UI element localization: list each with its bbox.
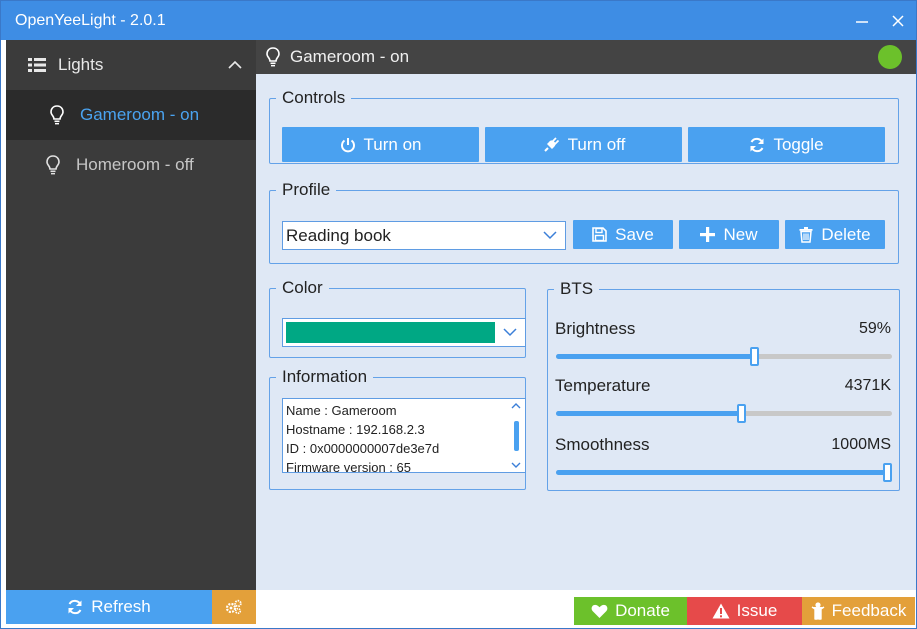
bulb-icon: [46, 155, 60, 175]
toggle-button[interactable]: Toggle: [688, 127, 885, 162]
sidebar-item-label: Homeroom - off: [76, 155, 194, 174]
list-icon: [28, 58, 46, 72]
issue-button[interactable]: Issue: [687, 597, 802, 625]
information-textbox[interactable]: Name : Gameroom Hostname : 192.168.2.3 I…: [282, 398, 526, 473]
sidebar: Lights Gameroom - on Homeroom - off: [6, 40, 256, 590]
info-line-firmware: Firmware version : 65: [286, 460, 411, 473]
refresh-icon: [750, 137, 764, 152]
new-label: New: [723, 224, 758, 244]
delete-label: Delete: [821, 224, 871, 244]
smoothness-label: Smoothness: [555, 435, 650, 454]
sidebar-item-homeroom[interactable]: Homeroom - off: [6, 140, 256, 190]
smoothness-slider[interactable]: [556, 463, 892, 482]
info-line-hostname: Hostname : 192.168.2.3: [286, 422, 425, 437]
save-button[interactable]: Save: [573, 220, 673, 249]
temperature-value: 4371K: [844, 377, 891, 394]
refresh-icon: [68, 599, 82, 615]
plus-icon: [700, 227, 716, 242]
information-group: Information Name : Gameroom Hostname : 1…: [269, 367, 526, 490]
gears-icon: [225, 599, 242, 615]
warning-icon: [712, 603, 730, 619]
profile-group: Profile Reading book Save New Delete: [269, 180, 899, 264]
save-icon: [592, 227, 607, 242]
minimize-icon: [856, 20, 868, 23]
chevron-down-icon: [511, 462, 521, 468]
title-bar: OpenYeeLight - 2.0.1: [1, 1, 916, 40]
bts-group: BTS Brightness 59% Temperature 4371K Smo…: [547, 279, 900, 491]
main-panel: Controls Turn on Turn off Toggle Profile…: [256, 74, 916, 590]
scroll-thumb[interactable]: [513, 420, 519, 451]
profile-select[interactable]: Reading book: [282, 221, 566, 250]
brightness-value: 59%: [858, 320, 891, 337]
bts-legend: BTS: [560, 279, 594, 298]
close-icon: [892, 14, 904, 27]
person-icon: [811, 602, 825, 620]
profile-legend: Profile: [282, 180, 331, 199]
color-group: Color: [269, 278, 526, 358]
info-line-id: ID : 0x0000000007de3e7d: [286, 441, 440, 456]
controls-legend: Controls: [282, 88, 346, 107]
color-legend: Color: [282, 278, 323, 297]
status-indicator: [878, 45, 902, 69]
sidebar-item-gameroom[interactable]: Gameroom - on: [6, 90, 256, 140]
slider-thumb[interactable]: [750, 347, 760, 366]
power-icon: [340, 137, 355, 152]
new-button[interactable]: New: [679, 220, 779, 249]
turn-on-label: Turn on: [363, 134, 422, 154]
sidebar-header-label: Lights: [58, 55, 104, 74]
controls-group: Controls Turn on Turn off Toggle: [269, 88, 899, 164]
trash-icon: [799, 226, 813, 243]
donate-label: Donate: [615, 601, 670, 620]
bulb-icon: [50, 105, 64, 125]
chevron-down-icon: [495, 328, 525, 337]
temperature-slider[interactable]: [556, 404, 892, 423]
info-scrollbar[interactable]: [507, 399, 525, 472]
chevron-up-icon: [228, 60, 242, 69]
minimize-button[interactable]: [844, 1, 880, 40]
sidebar-footer: Refresh: [6, 590, 256, 624]
toggle-label: Toggle: [773, 134, 824, 154]
smoothness-value: 1000MS: [831, 436, 891, 453]
sidebar-header-lights[interactable]: Lights: [6, 40, 256, 90]
brightness-slider[interactable]: [556, 347, 892, 366]
sidebar-item-label: Gameroom - on: [80, 105, 200, 124]
app-window: OpenYeeLight - 2.0.1 Lights Gameroom - o…: [0, 0, 917, 629]
slider-fill: [556, 354, 755, 359]
chevron-down-icon: [535, 231, 565, 240]
refresh-button[interactable]: Refresh: [6, 590, 212, 624]
settings-button[interactable]: [212, 590, 256, 624]
delete-button[interactable]: Delete: [785, 220, 885, 249]
feedback-label: Feedback: [831, 601, 907, 620]
heart-icon: [591, 604, 608, 618]
footer-actions: Donate Issue Feedback: [574, 597, 915, 625]
issue-label: Issue: [736, 601, 778, 620]
close-button[interactable]: [880, 1, 916, 40]
donate-button[interactable]: Donate: [574, 597, 687, 625]
slider-fill: [556, 470, 892, 475]
feedback-button[interactable]: Feedback: [802, 597, 915, 625]
info-line-name: Name : Gameroom: [286, 403, 397, 418]
turn-on-button[interactable]: Turn on: [282, 127, 479, 162]
color-swatch: [286, 322, 496, 343]
bulb-icon: [266, 47, 280, 67]
slider-thumb[interactable]: [736, 404, 746, 423]
color-picker[interactable]: [282, 318, 526, 347]
window-title: OpenYeeLight - 2.0.1: [15, 11, 166, 29]
brightness-label: Brightness: [555, 319, 636, 338]
temperature-label: Temperature: [555, 376, 651, 395]
information-legend: Information: [282, 367, 368, 386]
turn-off-button[interactable]: Turn off: [485, 127, 682, 162]
save-label: Save: [615, 224, 654, 244]
slider-thumb[interactable]: [883, 463, 892, 482]
refresh-label: Refresh: [91, 597, 151, 616]
plug-icon: [543, 136, 559, 152]
profile-selected-value: Reading book: [286, 225, 391, 245]
light-header-label: Gameroom - on: [290, 47, 410, 66]
light-header: Gameroom - on: [256, 40, 916, 74]
turn-off-label: Turn off: [567, 134, 626, 154]
chevron-up-icon: [511, 403, 521, 409]
slider-fill: [556, 411, 741, 416]
